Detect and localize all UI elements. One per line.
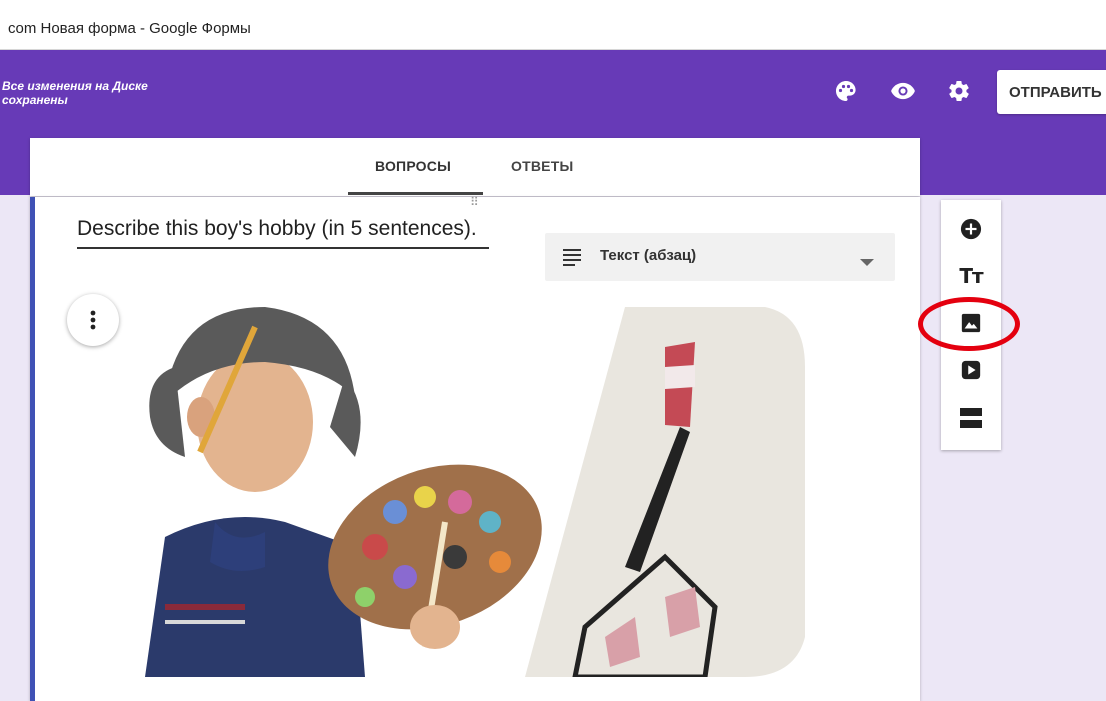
- highlight-circle-annotation: [918, 297, 1020, 351]
- more-vert-icon: [90, 310, 96, 330]
- add-question-icon[interactable]: [956, 214, 986, 244]
- drag-handle-icon[interactable]: ⠿: [470, 195, 480, 209]
- palette-icon[interactable]: [833, 78, 859, 104]
- save-status-text: Все изменения на Диске сохранены: [2, 79, 148, 107]
- chevron-down-icon: [860, 254, 874, 272]
- settings-gear-icon[interactable]: [946, 78, 972, 104]
- send-button[interactable]: ОТПРАВИТЬ: [997, 70, 1106, 114]
- browser-title-bar: com Новая форма - Google Формы: [0, 0, 1106, 50]
- paragraph-lines-icon: [563, 248, 583, 271]
- active-tab-indicator: [348, 192, 483, 195]
- add-video-icon[interactable]: [956, 355, 986, 385]
- tab-questions[interactable]: ВОПРОСЫ: [375, 158, 451, 174]
- question-image: [145, 307, 805, 677]
- question-type-dropdown[interactable]: Текст (абзац): [545, 233, 895, 281]
- question-type-label: Текст (абзац): [600, 247, 697, 264]
- question-title-input[interactable]: Describe this boy's hobby (in 5 sentence…: [77, 215, 489, 249]
- tabs-card: ВОПРОСЫ ОТВЕТЫ: [30, 138, 920, 196]
- question-card[interactable]: ⠿ Describe this boy's hobby (in 5 senten…: [30, 195, 920, 701]
- tab-responses[interactable]: ОТВЕТЫ: [511, 158, 573, 174]
- preview-eye-icon[interactable]: [890, 78, 916, 104]
- add-title-icon[interactable]: Тт: [956, 261, 986, 291]
- add-section-icon[interactable]: [956, 403, 986, 433]
- window-title: com Новая форма - Google Формы: [8, 20, 251, 37]
- add-title-glyph: Тт: [959, 264, 983, 288]
